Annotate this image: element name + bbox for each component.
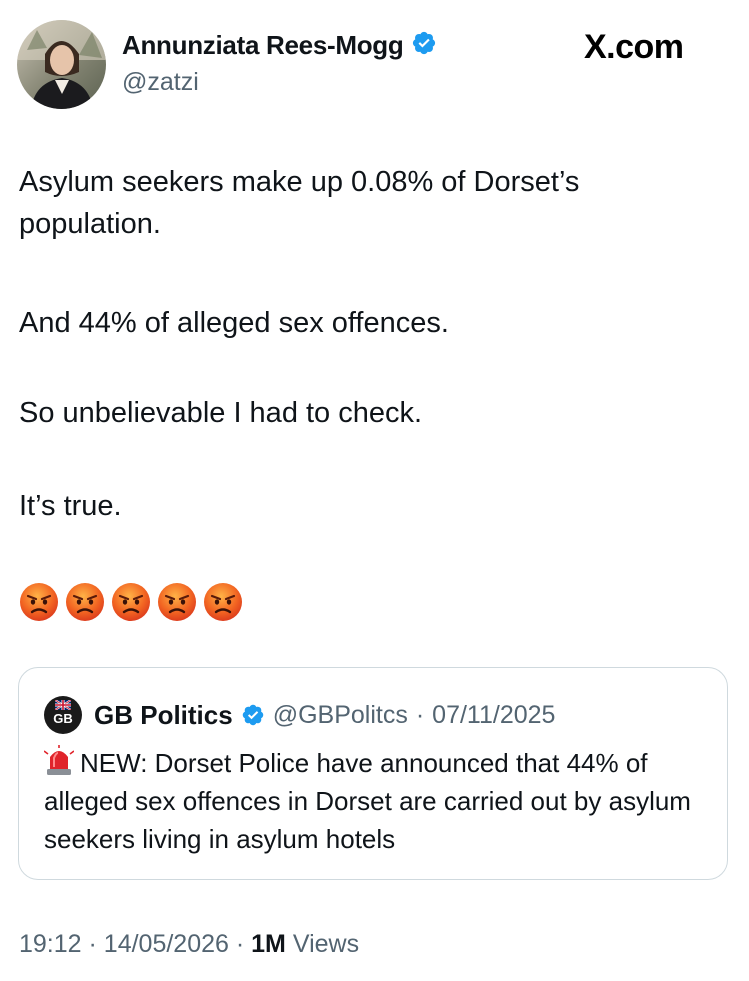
site-logo: X.com [584,28,684,67]
pouting-face-emoji [112,583,150,621]
pouting-face-emoji [20,583,58,621]
site-logo-text: X.com [584,28,684,66]
tweet-paragraph-3: So unbelievable I had to check. [19,397,423,429]
verified-badge-icon [241,703,265,728]
tweet-card: Annunziata Rees-Mogg @zatzi X.com Asylum… [0,0,749,981]
quoted-author-avatar[interactable]: GB [44,696,82,734]
pouting-face-emoji [204,583,242,621]
emoji-row [19,582,243,622]
footer-separator-2: · [235,930,245,958]
tweet-footer: 19:12 · 14/05/2026 · 1M Views [19,930,359,959]
police-light-emoji [44,745,74,775]
tweet-date[interactable]: 14/05/2026 [104,930,229,958]
tweet-time[interactable]: 19:12 [19,930,82,958]
quoted-tweet-card[interactable]: GB GB Politics @GBPolitcs · 07/11/2025 N… [18,667,728,880]
quoted-author-avatar-text: GB [53,710,73,726]
quoted-author-name: GB Politics [94,699,233,730]
pouting-face-emoji [66,583,104,621]
quoted-tweet-header: GB GB Politics @GBPolitcs · 07/11/2025 [44,696,555,734]
footer-separator-1: · [88,930,97,958]
author-handle[interactable]: @zatzi [122,68,199,97]
author-avatar[interactable] [17,20,106,109]
quoted-tweet-date[interactable]: 07/11/2025 [432,701,555,730]
pouting-face-emoji [158,583,196,621]
union-flag-icon [55,700,71,710]
views-count: 1M [251,930,286,958]
quoted-tweet-text-block: NEW: Dorset Police have announced that 4… [44,744,714,858]
quoted-author-handle[interactable]: @GBPolitcs [273,701,408,730]
verified-badge-icon [411,30,437,61]
quoted-tweet-text: NEW: Dorset Police have announced that 4… [44,748,691,854]
tweet-paragraph-1: Asylum seekers make up 0.08% of Dorset’s… [19,166,580,240]
tweet-paragraph-4: It’s true. [19,490,122,522]
author-name: Annunziata Rees-Mogg [122,30,404,60]
author-name-row[interactable]: Annunziata Rees-Mogg [122,30,437,61]
quoted-meta-separator: · [415,700,425,729]
tweet-paragraph-2: And 44% of alleged sex offences. [19,307,449,339]
views-label[interactable]: Views [293,930,359,958]
